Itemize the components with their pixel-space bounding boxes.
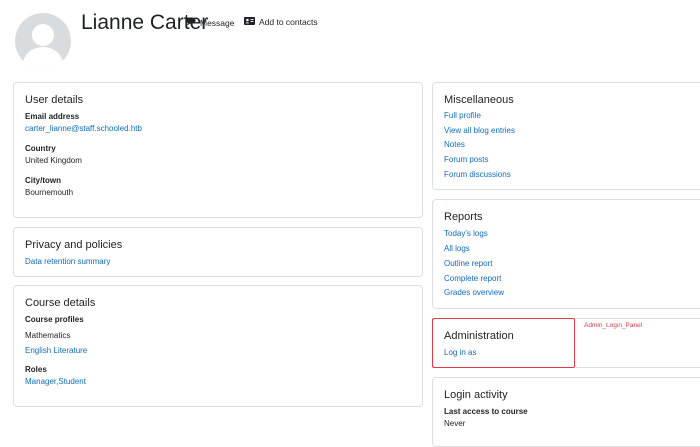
city-label: City/town [25,176,61,185]
avatar-head [32,24,54,46]
add-to-contacts-button[interactable]: Add to contacts [244,17,318,27]
last-access-value: Never [444,419,466,428]
message-button[interactable]: Message [186,17,235,28]
user-details-card: User details Email address carter_lianne… [13,82,423,218]
add-to-contacts-label: Add to contacts [259,17,318,27]
avatar [15,13,71,69]
message-icon [186,17,196,28]
login-activity-heading: Login activity [444,389,508,401]
miscellaneous-heading: Miscellaneous [444,94,514,106]
todays-logs-link[interactable]: Today's logs [444,229,488,238]
avatar-shoulders [23,47,63,69]
roles-label: Roles [25,365,47,374]
course-item: Mathematics [25,331,71,340]
forum-discussions-link[interactable]: Forum discussions [444,170,511,179]
miscellaneous-card: Miscellaneous Full profile View all blog… [432,82,700,190]
country-value: United Kingdom [25,156,82,165]
login-activity-card: Login activity Last access to course Nev… [432,377,700,447]
complete-report-link[interactable]: Complete report [444,274,501,283]
email-label: Email address [25,112,80,121]
course-details-card: Course details Course profiles Mathemati… [13,285,423,407]
reports-card: Reports Today's logs All logs Outline re… [432,199,700,309]
course-profiles-label: Course profiles [25,315,84,324]
notes-link[interactable]: Notes [444,140,465,149]
outline-report-link[interactable]: Outline report [444,259,492,268]
country-label: Country [25,144,56,153]
blog-entries-link[interactable]: View all blog entries [444,126,515,135]
privacy-card: Privacy and policies Data retention summ… [13,227,423,277]
message-label: Message [200,17,235,28]
grades-overview-link[interactable]: Grades overview [444,288,504,297]
roles-value[interactable]: Manager,Student [25,377,86,386]
address-card-icon [244,17,255,27]
full-profile-link[interactable]: Full profile [444,111,481,120]
course-link[interactable]: English Literature [25,346,87,355]
city-value: Bournemouth [25,188,74,197]
user-details-heading: User details [25,94,84,106]
annotation-label: Admin_Login_Panel [584,322,643,329]
reports-heading: Reports [444,211,483,223]
privacy-heading: Privacy and policies [25,239,123,251]
data-retention-link[interactable]: Data retention summary [25,257,110,266]
all-logs-link[interactable]: All logs [444,244,470,253]
last-access-label: Last access to course [444,407,528,416]
forum-posts-link[interactable]: Forum posts [444,155,488,164]
course-details-heading: Course details [25,297,96,309]
email-link[interactable]: carter_lianne@staff.schooled.htb [25,124,142,133]
annotation-box [432,318,575,368]
